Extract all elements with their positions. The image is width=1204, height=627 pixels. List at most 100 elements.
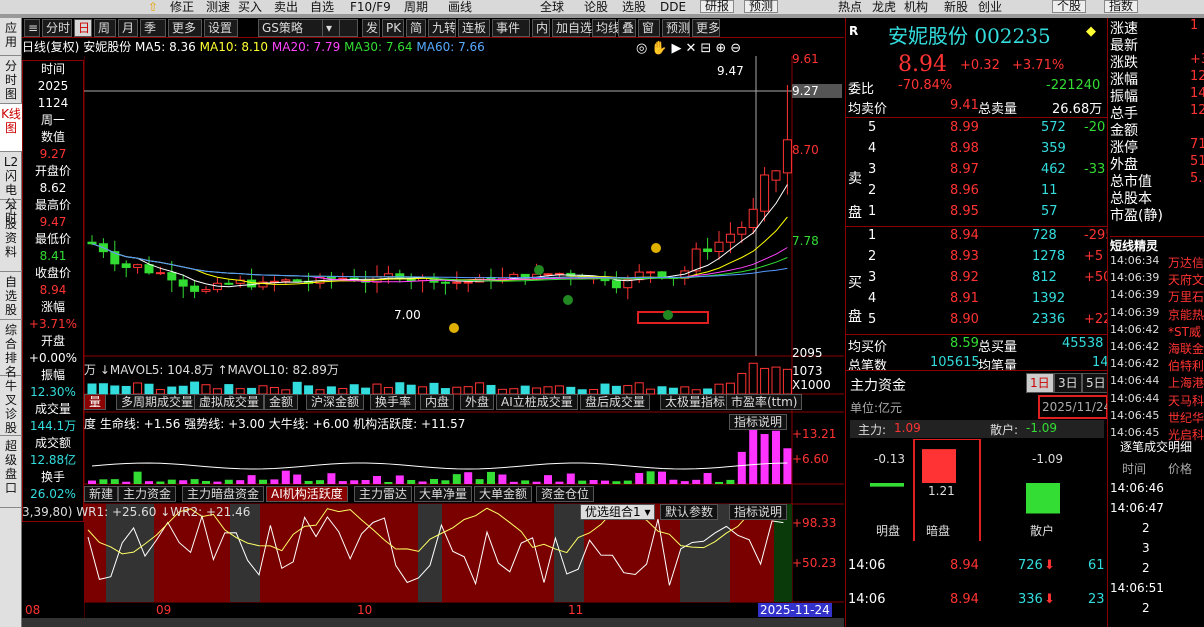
indicator-tab[interactable]: 换手率 [370,394,417,410]
fund-tab[interactable]: 1日 [1026,373,1054,393]
more-icon[interactable]: ◆ [1086,24,1096,39]
tab-15[interactable]: 加自选 [552,19,592,37]
tab-14[interactable]: 内 [532,19,550,37]
default-params-button[interactable]: 默认参数 [660,504,719,520]
tab-12[interactable]: 连板 [458,19,490,37]
nav-item[interactable]: 综合排名 [0,320,22,379]
stat-value: 71. [1190,137,1204,152]
tab-6[interactable]: 设置 [204,19,238,37]
toolbar-button[interactable]: 研报 [700,0,735,13]
indicator-tab[interactable]: 主力资金 [118,486,177,502]
alert-stock[interactable]: 天马科 [1168,392,1204,409]
bottom-tab-strip[interactable] [22,618,844,627]
toolbar-item[interactable]: 修正 [170,0,194,14]
alert-stock[interactable]: 京能热 [1168,306,1204,323]
indicator-tab[interactable]: 内盘 [420,394,455,410]
alert-stock[interactable]: 海联金 [1168,340,1204,357]
indicator-tab[interactable]: 主力暗盘资金 [182,486,265,502]
indicator2-help-button[interactable]: 指标说明 [729,504,788,520]
indicator-combo-select[interactable]: 优选组合1 ▾ [580,504,656,520]
indicator-tab[interactable]: AI机构活跃度 [266,486,348,502]
indicator-tab[interactable]: 太极量指标 [660,394,731,410]
toolbar-item[interactable]: 自选 [310,0,334,14]
tab-13[interactable]: 事件 [492,19,530,37]
indicator-tab[interactable]: 大单净量 [414,486,473,502]
tab-7[interactable]: GS策略 [258,19,358,37]
indicator-tab[interactable]: 新建 [84,486,119,502]
nav-item[interactable]: 应用 [0,18,22,56]
toolbar-button[interactable]: 指数 [1104,0,1139,13]
indicator-tab[interactable]: 盘后成交量 [580,394,651,410]
fund-tab[interactable]: 3日 [1054,373,1082,393]
indicator-tab[interactable]: 大单金额 [474,486,533,502]
toolbar-item[interactable]: 画线 [448,0,472,14]
indicator-tab[interactable]: AI立桩成交量 [496,394,578,410]
tab-11[interactable]: 九转 [428,19,456,37]
alert-stock[interactable]: 世纪华 [1168,409,1204,426]
indicator-tab[interactable]: 市盈率(ttm) [726,394,803,410]
toolbar-item[interactable]: 龙虎 [872,0,896,14]
toolbar-item[interactable]: 新股 [944,0,968,14]
tab-8[interactable]: 发 [362,19,380,37]
toolbar-button[interactable]: 预测 [744,0,779,13]
indicator-tab[interactable]: 虚拟成交量 [194,394,265,410]
ob-cell: 8.92 [950,270,979,285]
indicator-tab[interactable]: 量 [84,394,107,410]
nav-item[interactable]: K线图 [0,104,22,152]
alert-stock[interactable]: 天府文 [1168,271,1204,288]
nav-item[interactable]: L2闪电分时 [0,152,22,225]
info-row: 144.1万 [29,419,77,433]
indicator-tab[interactable]: 多周期成交量 [116,394,199,410]
volume-bar [737,372,747,395]
alert-stock[interactable]: 伯特利 [1168,357,1204,374]
indicator-tab[interactable]: 外盘 [460,394,495,410]
tab-20[interactable]: 更多 [692,19,720,37]
tab-17[interactable]: 叠 [618,19,636,37]
indicator-tab[interactable]: 沪深金额 [306,394,365,410]
tab-4[interactable]: 季 [140,19,166,37]
indicator-tab[interactable]: 主力雷达 [354,486,413,502]
toolbar-item[interactable]: 热点 [838,0,862,14]
tab-3[interactable]: 月 [118,19,138,37]
alert-stock[interactable]: 上海港 [1168,374,1204,391]
kline-chart[interactable] [84,56,844,627]
toolbar-item[interactable]: 买入 [238,0,262,14]
toolbar-item[interactable]: 周期 [404,0,428,14]
volume-bar [566,386,576,395]
tab-more-arrow[interactable]: ▾ [322,19,340,37]
nav-item[interactable]: 个股资料 [0,200,22,272]
fund-tab[interactable]: 5日 [1082,373,1110,393]
nav-item[interactable]: 分时图 [0,56,22,104]
toolbar-button[interactable]: 个股 [1052,0,1087,13]
nav-item[interactable]: 超级盘口 [0,436,22,508]
toolbar-item[interactable]: 测速 [206,0,230,14]
tab-2[interactable]: 周 [94,19,116,37]
toolbar-item[interactable]: F10/F9 [350,0,391,14]
alert-stock[interactable]: 万里石 [1168,288,1204,305]
tab-16[interactable]: 均线 [592,19,620,37]
tab-10[interactable]: 简 [406,19,426,37]
tab-5[interactable]: 更多 [168,19,202,37]
tab-0[interactable]: 分时 [42,19,72,37]
toolbar-item[interactable]: 卖出 [274,0,298,14]
toolbar-item[interactable]: 论股 [584,0,608,14]
toolbar-item[interactable]: 全球 [540,0,564,14]
up-arrow-icon[interactable]: ⇧ [148,0,158,14]
toolbar-item[interactable]: 机构 [904,0,928,14]
alert-stock[interactable]: *ST威 [1168,323,1201,340]
nav-item[interactable]: 牛叉诊股 [0,376,22,436]
tab-9[interactable]: PK [382,19,404,37]
menu-icon[interactable]: ≡ [24,19,40,37]
tab-19[interactable]: 预测 [662,19,690,37]
alert-stock[interactable]: 万达信 [1168,254,1204,271]
indicator-tab[interactable]: 金额 [264,394,299,410]
nav-item[interactable]: 自选股 [0,272,22,320]
toolbar-item[interactable]: DDE [660,0,686,14]
chart-tool-icons[interactable]: ◎✋▶✕⊟⊕⊖ [636,41,745,56]
indicator-tab[interactable]: 资金仓位 [536,486,595,502]
toolbar-item[interactable]: 创业 [978,0,1002,14]
indicator1-help-button[interactable]: 指标说明 [729,414,788,430]
toolbar-item[interactable]: 选股 [622,0,646,14]
tab-18[interactable]: 窗 [638,19,660,37]
tab-1[interactable]: 日 [74,19,92,37]
